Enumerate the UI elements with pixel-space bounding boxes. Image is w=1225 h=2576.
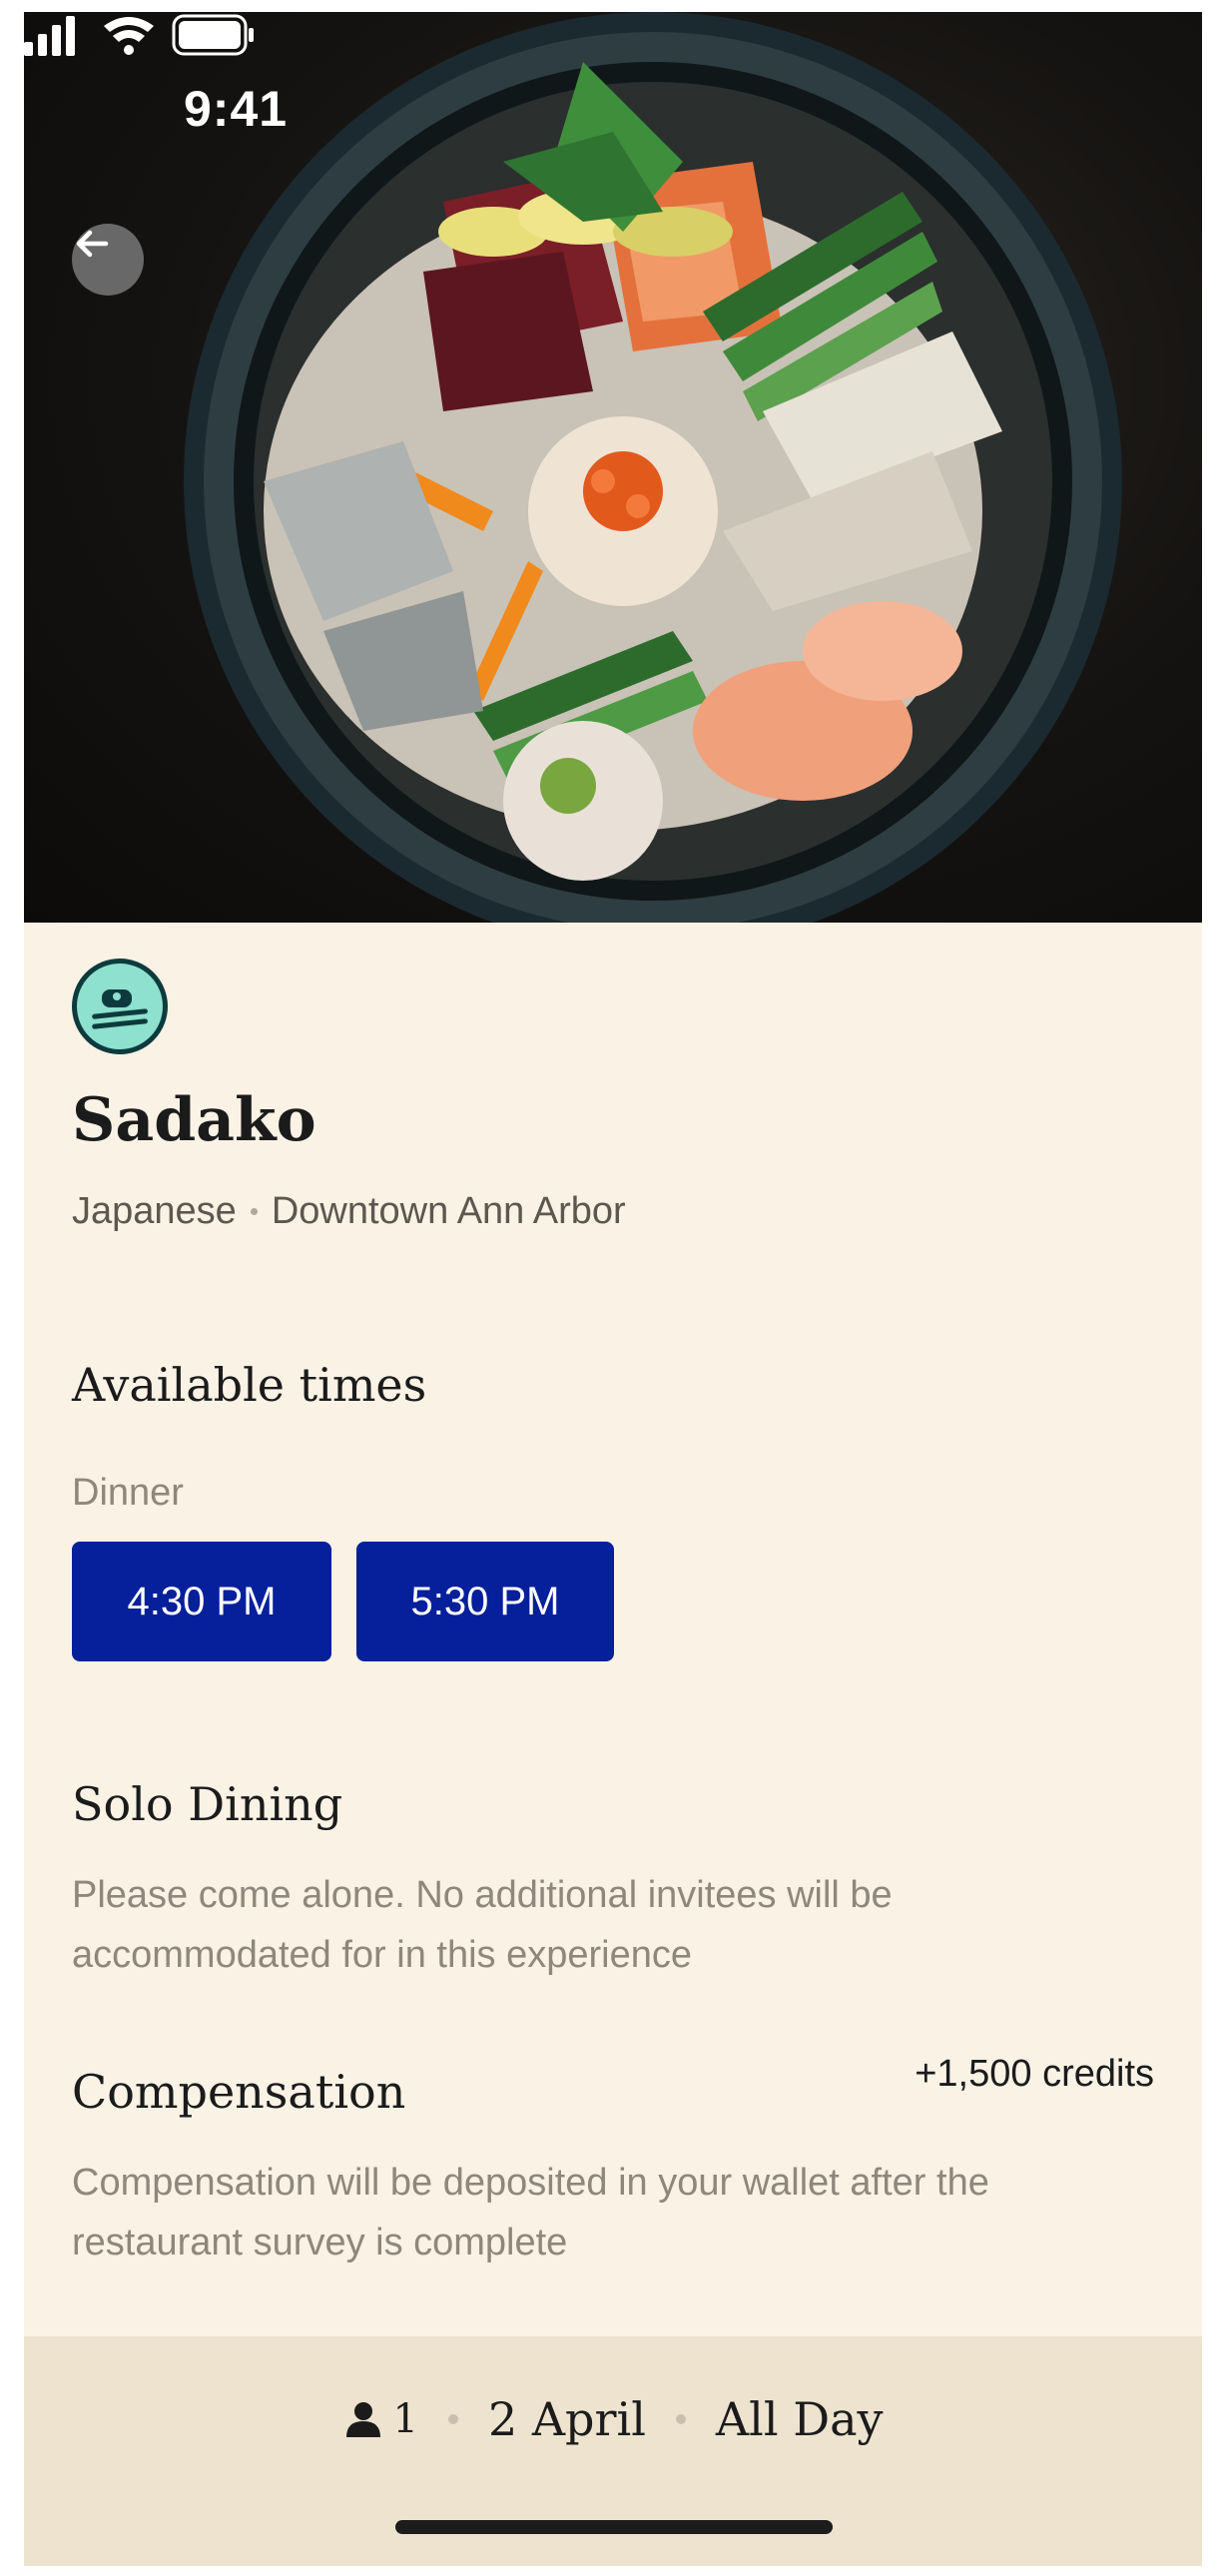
cuisine-label: Japanese [72, 1190, 237, 1232]
home-indicator[interactable] [395, 2520, 833, 2534]
guest-count: 1 [392, 2396, 418, 2442]
separator-dot [250, 1208, 258, 1215]
time-slot-button[interactable]: 5:30 PM [356, 1542, 614, 1661]
signal-icon [24, 16, 75, 56]
sushi-icon [72, 959, 168, 1054]
wifi-icon [104, 17, 154, 55]
available-times-heading: Available times [72, 1358, 427, 1412]
person-icon [345, 2402, 380, 2437]
booking-bar[interactable]: 1 2 April All Day [24, 2336, 1202, 2566]
compensation-description: Compensation will be deposited in your w… [72, 2162, 989, 2263]
solo-dining-heading: Solo Dining [72, 1777, 343, 1831]
compensation-heading: Compensation [72, 2065, 406, 2119]
separator-dot [447, 2414, 458, 2424]
booking-date: 2 April [487, 2392, 646, 2446]
status-icons [24, 14, 254, 56]
booking-time: All Day [715, 2392, 884, 2446]
sashimi-bowl-photo [184, 12, 1122, 923]
meal-label: Dinner [72, 1472, 184, 1514]
screen: 9:41 Sadako Japanese Downtown Ann Arbor … [24, 12, 1202, 2566]
status-time: 9:41 [184, 81, 289, 137]
restaurant-meta: Japanese Downtown Ann Arbor [72, 1190, 626, 1233]
battery-icon [172, 14, 254, 56]
status-bar: 9:41 [24, 12, 1202, 137]
time-slot-button[interactable]: 4:30 PM [72, 1542, 331, 1661]
booking-summary[interactable]: 1 2 April All Day [24, 2392, 1202, 2446]
hero-image: 9:41 [24, 12, 1202, 923]
solo-dining-description: Please come alone. No additional invitee… [72, 1874, 893, 1976]
back-button[interactable] [72, 224, 144, 296]
restaurant-name: Sadako [72, 1085, 316, 1155]
separator-dot [675, 2414, 686, 2424]
credits-amount: +1,500 credits [915, 2053, 1154, 2095]
arrow-left-icon [76, 230, 109, 258]
location-label: Downtown Ann Arbor [271, 1190, 626, 1232]
